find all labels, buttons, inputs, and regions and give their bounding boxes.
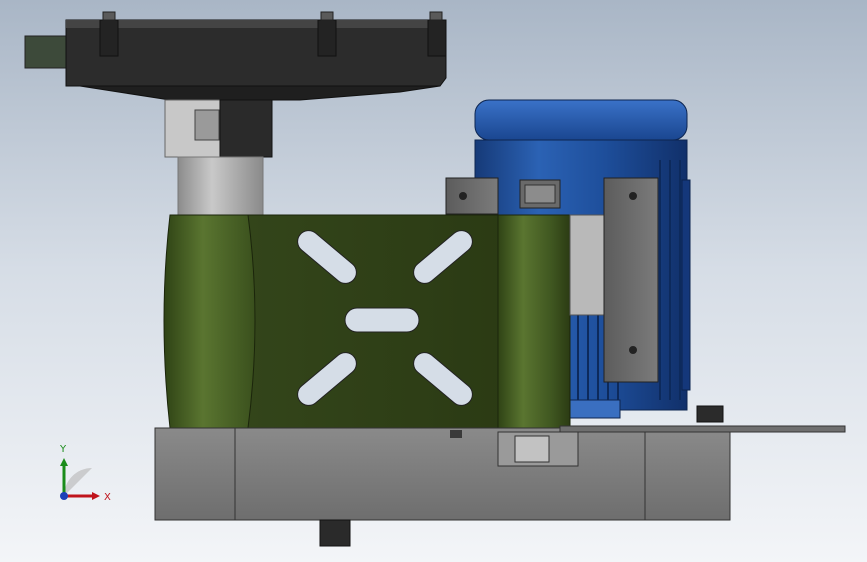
bolt-boss-right [427,19,447,57]
triad-arc-icon [64,468,92,496]
bracket-right-hole-bottom [629,346,637,354]
motor-end-ribs [681,179,691,391]
bracket-left-hole [459,192,467,200]
gearbox-plate-underside [79,85,441,101]
gearbox-shaft-stub [24,35,70,69]
bolt-head-left [102,11,116,21]
y-axis-label: Y [59,444,67,455]
bracket-right-hole-top [629,192,637,200]
x-arrowhead-icon [92,492,100,500]
base-block [154,427,731,521]
housing-side-block [497,214,571,429]
gearbox-plate-top-edge [66,20,446,28]
hex-nut-top-face [524,184,556,204]
feet-bolt-right [696,405,724,423]
bolt-boss-middle [317,19,337,57]
column-shaft [177,156,264,220]
gearbox-top-housing[interactable] [24,11,447,101]
x-axis-label: X [104,492,111,503]
base-screw [450,430,462,438]
coordinate-triad: X Y [59,444,111,503]
clamp-bolt [194,109,220,141]
support-column[interactable] [164,99,273,220]
motor-adapter-flange [569,214,607,316]
bracket-left-tab [445,177,499,215]
y-arrowhead-icon [60,458,68,466]
z-axis-dot [60,492,68,500]
bolt-head-right [429,11,443,21]
motor-bracket-right[interactable] [603,177,659,383]
pump-housing[interactable] [163,214,571,429]
base-clamp-nut [514,435,550,463]
bolt-head-middle [320,11,334,21]
assembly-model[interactable] [0,0,867,562]
cad-3d-viewport[interactable]: X Y [0,0,867,562]
mounting-plate [559,425,846,433]
base-foot-bolt [319,519,351,547]
gearbox-plate [65,19,447,87]
column-clamp-dark [219,99,273,158]
motor-top-cover [474,99,688,141]
bolt-boss-left [99,19,119,57]
